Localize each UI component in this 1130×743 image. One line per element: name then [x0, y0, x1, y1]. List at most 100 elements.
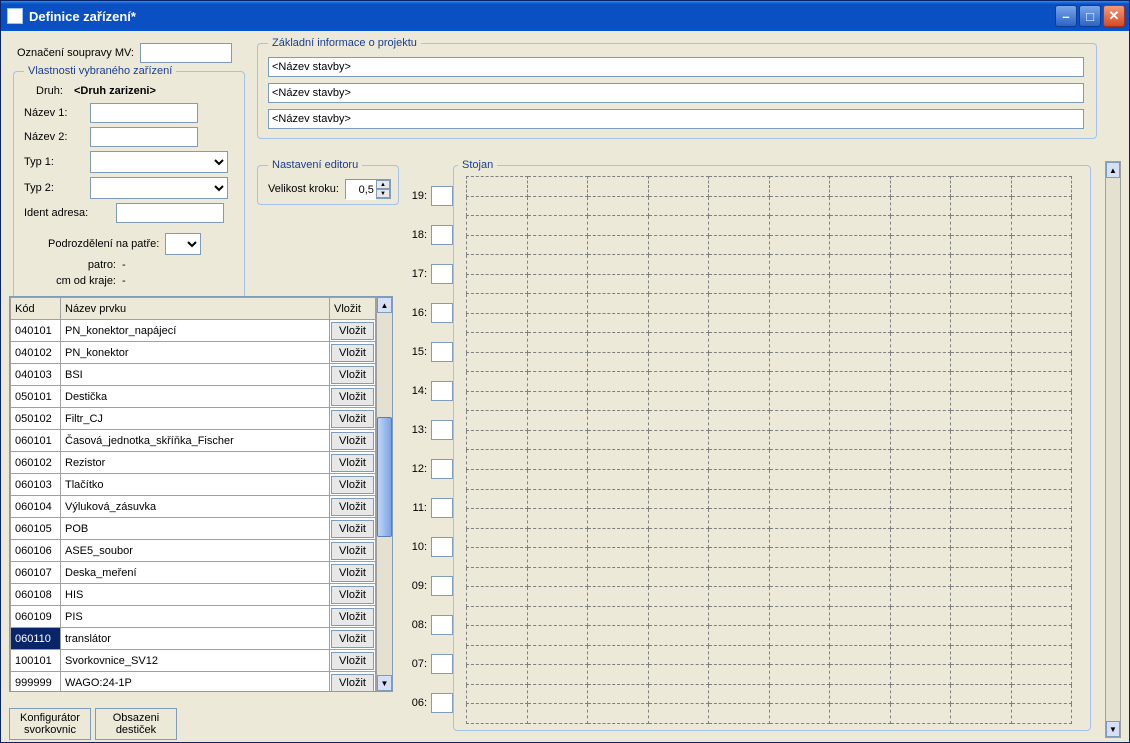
- cell-kod[interactable]: 040101: [11, 320, 61, 342]
- cell-kod[interactable]: 060105: [11, 518, 61, 540]
- insert-button[interactable]: Vložit: [331, 366, 374, 384]
- podrozdeleni-select[interactable]: [165, 233, 201, 255]
- projekt-input-2[interactable]: [268, 83, 1084, 103]
- titlebar[interactable]: Definice zařízení* – □ ✕: [1, 1, 1129, 31]
- insert-button[interactable]: Vložit: [331, 652, 374, 670]
- rack-row-input[interactable]: [431, 459, 453, 479]
- table-row[interactable]: 060110translátorVložit: [11, 628, 376, 650]
- cell-nazev[interactable]: translátor: [61, 628, 330, 650]
- insert-button[interactable]: Vložit: [331, 432, 374, 450]
- cell-nazev[interactable]: HIS: [61, 584, 330, 606]
- rack-row-input[interactable]: [431, 498, 453, 518]
- cell-nazev[interactable]: Tlačítko: [61, 474, 330, 496]
- stojan-scrollbar[interactable]: ▲ ▼: [1105, 161, 1121, 738]
- cell-kod[interactable]: 060102: [11, 452, 61, 474]
- table-row[interactable]: 040103BSIVložit: [11, 364, 376, 386]
- insert-button[interactable]: Vložit: [331, 608, 374, 626]
- cell-kod[interactable]: 060107: [11, 562, 61, 584]
- cell-kod[interactable]: 060110: [11, 628, 61, 650]
- col-nazev[interactable]: Název prvku: [61, 298, 330, 320]
- insert-button[interactable]: Vložit: [331, 454, 374, 472]
- maximize-button[interactable]: □: [1079, 5, 1101, 27]
- cell-nazev[interactable]: PN_konektor_napájecí: [61, 320, 330, 342]
- close-button[interactable]: ✕: [1103, 5, 1125, 27]
- table-row[interactable]: 040101PN_konektor_napájecíVložit: [11, 320, 376, 342]
- insert-button[interactable]: Vložit: [331, 520, 374, 538]
- table-row[interactable]: 040102PN_konektorVložit: [11, 342, 376, 364]
- rack-row-input[interactable]: [431, 264, 453, 284]
- cell-nazev[interactable]: BSI: [61, 364, 330, 386]
- rack-row-input[interactable]: [431, 186, 453, 206]
- cell-kod[interactable]: 060108: [11, 584, 61, 606]
- table-row[interactable]: 060103TlačítkoVložit: [11, 474, 376, 496]
- projekt-input-3[interactable]: [268, 109, 1084, 129]
- insert-button[interactable]: Vložit: [331, 586, 374, 604]
- oznaceni-input[interactable]: [140, 43, 232, 63]
- projekt-input-1[interactable]: [268, 57, 1084, 77]
- table-row[interactable]: 060105POBVložit: [11, 518, 376, 540]
- ident-input[interactable]: [116, 203, 224, 223]
- table-row[interactable]: 060101Časová_jednotka_skříňka_FischerVlo…: [11, 430, 376, 452]
- rack-row-input[interactable]: [431, 693, 453, 713]
- table-row[interactable]: 050101DestičkaVložit: [11, 386, 376, 408]
- scroll-down-icon[interactable]: ▼: [377, 675, 392, 691]
- rack-row-input[interactable]: [431, 303, 453, 323]
- insert-button[interactable]: Vložit: [331, 476, 374, 494]
- spin-down[interactable]: ▼: [376, 189, 390, 198]
- cell-nazev[interactable]: POB: [61, 518, 330, 540]
- insert-button[interactable]: Vložit: [331, 322, 374, 340]
- rack-row-input[interactable]: [431, 576, 453, 596]
- cell-nazev[interactable]: PN_konektor: [61, 342, 330, 364]
- cell-kod[interactable]: 100101: [11, 650, 61, 672]
- rack-row-input[interactable]: [431, 381, 453, 401]
- table-row[interactable]: 100101Svorkovnice_SV12Vložit: [11, 650, 376, 672]
- cell-kod[interactable]: 050101: [11, 386, 61, 408]
- konfigurator-button[interactable]: Konfigurátorsvorkovnic: [9, 708, 91, 740]
- insert-button[interactable]: Vložit: [331, 388, 374, 406]
- insert-button[interactable]: Vložit: [331, 564, 374, 582]
- table-row[interactable]: 060102RezistorVložit: [11, 452, 376, 474]
- rack-grid[interactable]: [466, 176, 1078, 728]
- scroll-thumb[interactable]: [377, 417, 392, 537]
- typ2-select[interactable]: [90, 177, 228, 199]
- cell-kod[interactable]: 060109: [11, 606, 61, 628]
- cell-nazev[interactable]: Destička: [61, 386, 330, 408]
- cell-nazev[interactable]: PIS: [61, 606, 330, 628]
- rack-row-input[interactable]: [431, 537, 453, 557]
- rack-row-input[interactable]: [431, 615, 453, 635]
- table-row[interactable]: 999999WAGO:24-1PVložit: [11, 672, 376, 692]
- cell-kod[interactable]: 060104: [11, 496, 61, 518]
- insert-button[interactable]: Vložit: [331, 542, 374, 560]
- insert-button[interactable]: Vložit: [331, 498, 374, 516]
- cell-kod[interactable]: 060106: [11, 540, 61, 562]
- scroll-up-icon[interactable]: ▲: [377, 297, 392, 313]
- scroll-down-icon[interactable]: ▼: [1106, 721, 1120, 737]
- table-row[interactable]: 060108HISVložit: [11, 584, 376, 606]
- cell-kod[interactable]: 040102: [11, 342, 61, 364]
- insert-button[interactable]: Vložit: [331, 630, 374, 648]
- typ1-select[interactable]: [90, 151, 228, 173]
- cell-nazev[interactable]: Svorkovnice_SV12: [61, 650, 330, 672]
- minimize-button[interactable]: –: [1055, 5, 1077, 27]
- table-row[interactable]: 060106ASE5_souborVložit: [11, 540, 376, 562]
- cell-kod[interactable]: 050102: [11, 408, 61, 430]
- cell-kod[interactable]: 060101: [11, 430, 61, 452]
- table-row[interactable]: 060109PISVložit: [11, 606, 376, 628]
- spin-up[interactable]: ▲: [376, 180, 390, 189]
- nazev2-input[interactable]: [90, 127, 198, 147]
- cell-kod[interactable]: 999999: [11, 672, 61, 692]
- cell-nazev[interactable]: ASE5_soubor: [61, 540, 330, 562]
- obsazeni-button[interactable]: Obsazenidestiček: [95, 708, 177, 740]
- cell-nazev[interactable]: WAGO:24-1P: [61, 672, 330, 692]
- col-vlozit[interactable]: Vložit: [330, 298, 376, 320]
- cell-nazev[interactable]: Deska_meření: [61, 562, 330, 584]
- table-row[interactable]: 060107Deska_meřeníVložit: [11, 562, 376, 584]
- cell-nazev[interactable]: Výluková_zásuvka: [61, 496, 330, 518]
- table-row[interactable]: 050102Filtr_CJVložit: [11, 408, 376, 430]
- cell-nazev[interactable]: Časová_jednotka_skříňka_Fischer: [61, 430, 330, 452]
- nazev1-input[interactable]: [90, 103, 198, 123]
- rack-row-input[interactable]: [431, 654, 453, 674]
- rack-row-input[interactable]: [431, 342, 453, 362]
- cell-kod[interactable]: 040103: [11, 364, 61, 386]
- velikost-input[interactable]: [346, 180, 376, 200]
